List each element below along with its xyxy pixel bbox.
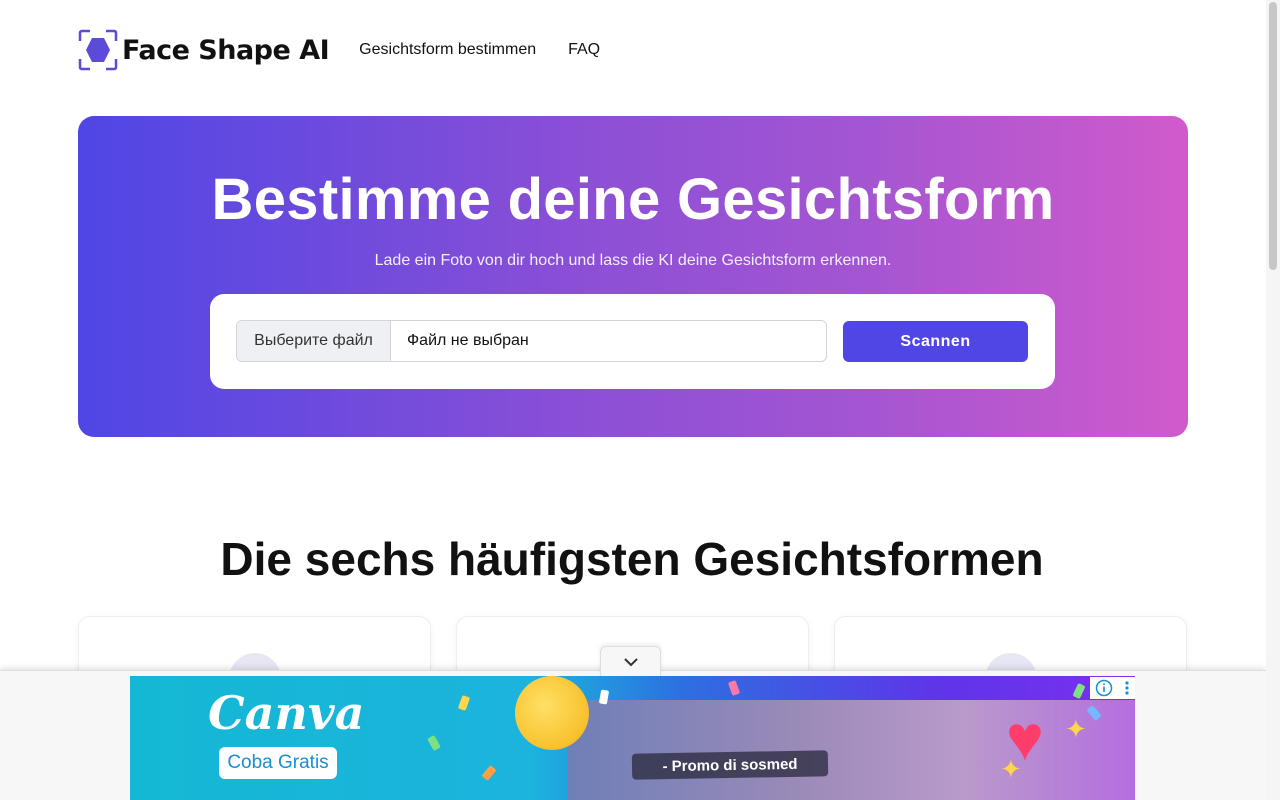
- site-header: Face Shape AI Gesichtsform bestimmen FAQ: [78, 28, 632, 72]
- ad-info-icon[interactable]: [1095, 679, 1113, 697]
- logo-text: Face Shape AI: [122, 34, 330, 66]
- ad-confetti: [727, 680, 741, 696]
- page: Face Shape AI Gesichtsform bestimmen FAQ…: [0, 0, 1280, 800]
- scrollbar-thumb[interactable]: [1269, 2, 1277, 270]
- hero-subtitle: Lade ein Foto von dir hoch und lass die …: [374, 252, 892, 269]
- ad-confetti: [1072, 682, 1086, 700]
- nav-gesichtsform-bestimmen[interactable]: Gesichtsform bestimmen: [359, 41, 536, 59]
- sparkle-icon: ✦: [1065, 714, 1087, 744]
- hero-banner: Bestimme deine Gesichtsform Lade ein Fot…: [78, 116, 1188, 437]
- ad-confetti: [427, 734, 441, 752]
- ad-cta-button[interactable]: Coba Gratis: [219, 747, 337, 779]
- section-title: Die sechs häufigsten Gesichtsformen: [220, 533, 1044, 585]
- ad-confetti: [457, 695, 471, 711]
- ad-brand: Canva: [208, 686, 365, 740]
- sparkle-icon: ✦: [1000, 754, 1022, 784]
- chevron-down-icon: [623, 657, 638, 666]
- ad-confetti: [481, 765, 497, 781]
- upload-card: Выберите файл Файл не выбран Scannen: [210, 294, 1055, 389]
- choose-file-button[interactable]: Выберите файл: [237, 321, 391, 361]
- ad-menu-icon[interactable]: [1124, 680, 1130, 696]
- face-scan-logo-icon: [78, 29, 118, 71]
- ad-info-controls[interactable]: [1090, 677, 1135, 699]
- ad-photo: [567, 700, 1135, 800]
- scan-button[interactable]: Scannen: [843, 321, 1028, 362]
- file-status-text: Файл не выбран: [407, 332, 529, 349]
- file-input[interactable]: Выберите файл Файл не выбран: [236, 320, 827, 362]
- ad-creative[interactable]: Canva Coba Gratis - Promo di sosmed ♥ ✦ …: [130, 676, 1135, 800]
- page-scrollbar[interactable]: [1266, 0, 1280, 800]
- logo-link[interactable]: Face Shape AI: [78, 29, 330, 71]
- smiling-emoji-icon: [515, 676, 589, 750]
- hero-title: Bestimme deine Gesichtsform: [211, 167, 1055, 232]
- ad-promo-caption: - Promo di sosmed: [631, 750, 829, 780]
- ad-collapse-button[interactable]: [600, 646, 661, 676]
- nav-faq[interactable]: FAQ: [568, 41, 600, 59]
